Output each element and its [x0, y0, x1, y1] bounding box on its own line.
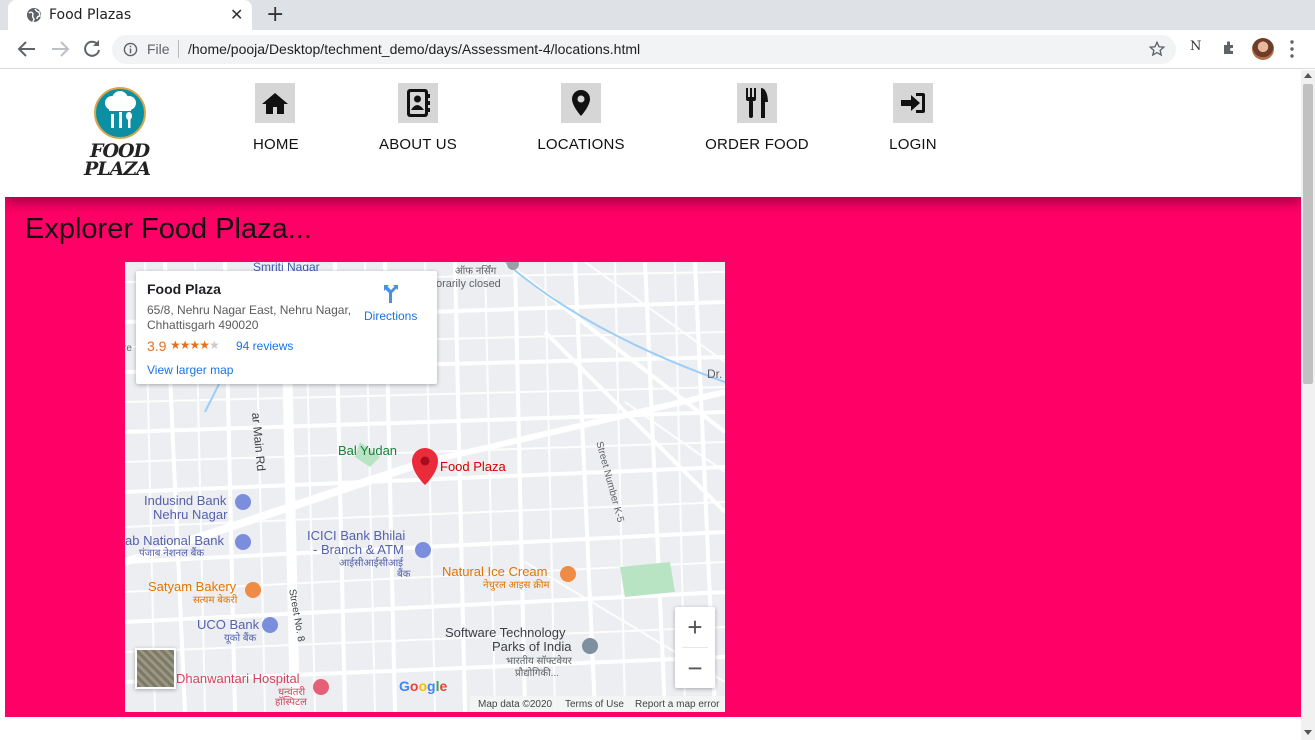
filled-stars: ★★★★ [170, 338, 210, 352]
map-label-uco-1: UCO Bank [197, 617, 260, 632]
main-section: Explorer Food Plaza... Smriti Nagar ऑफ न… [5, 197, 1301, 717]
close-tab-icon[interactable]: ✕ [230, 5, 243, 24]
page-viewport: FOOD PLAZA HOME ABOUT US LOCATIONS ORDER… [5, 70, 1301, 740]
nav-locations[interactable]: LOCATIONS [535, 83, 627, 153]
zoom-out-button[interactable]: − [675, 648, 715, 688]
address-bar[interactable]: File /home/pooja/Desktop/techment_demo/d… [112, 35, 1176, 64]
rating-stars-icon: ★★★★★ [170, 338, 220, 352]
forward-arrow-icon[interactable] [48, 37, 72, 61]
nav-order-food[interactable]: ORDER FOOD [705, 83, 809, 153]
map-label-dhan-1: Dhanwantari Hospital [176, 671, 300, 686]
page-scrollbar[interactable] [1301, 70, 1315, 740]
utensils-icon [737, 83, 777, 123]
scroll-up-arrow-icon[interactable] [1304, 73, 1312, 78]
map-label-stp-2: Parks of India [492, 639, 572, 654]
logo-text-line2: PLAZA [84, 158, 151, 180]
extension-n-icon[interactable]: N [1190, 39, 1201, 54]
map-label-edge: re [125, 343, 132, 354]
map-label-uco-2: यूको बैंक [224, 633, 257, 644]
directions-link[interactable]: Directions [364, 309, 417, 323]
profile-avatar[interactable] [1252, 38, 1274, 60]
globe-icon [27, 8, 41, 23]
map-data-text: Map data ©2020 [478, 699, 553, 710]
map-label-icici-2: - Branch & ATM [313, 542, 404, 557]
nav-about-us-label: ABOUT US [378, 136, 457, 153]
browser-toolbar: File /home/pooja/Desktop/techment_demo/d… [0, 30, 1315, 69]
map-label-stp-1: Software Technology [445, 625, 566, 640]
home-icon [255, 83, 295, 123]
map-label-natural-2: नेचुरल आइस क्रीम [483, 580, 550, 591]
map-label-icici-3: आईसीआईसीआई [339, 558, 404, 569]
map-label-icici-1: ICICI Bank Bhilai [307, 528, 406, 543]
map-label-bal-yudan: Bal Yudan [338, 443, 398, 458]
nav-order-food-label: ORDER FOOD [705, 136, 809, 153]
puzzle-extensions-icon[interactable] [1221, 39, 1239, 57]
terms-of-use-link[interactable]: Terms of Use [565, 699, 624, 710]
place-rating: 3.9 [147, 338, 167, 354]
empty-star: ★ [209, 338, 220, 352]
scrollbar-thumb[interactable] [1303, 84, 1313, 384]
site-header: FOOD PLAZA HOME ABOUT US LOCATIONS ORDER… [5, 70, 1301, 197]
tab-title: Food Plazas [49, 7, 132, 23]
nav-home[interactable]: HOME [253, 83, 299, 153]
back-arrow-icon[interactable] [15, 37, 39, 61]
map-pin-label[interactable]: Food Plaza [440, 460, 506, 474]
divider [178, 40, 179, 58]
map-label-indusind-1: Indusind Bank [144, 493, 227, 508]
nav-locations-label: LOCATIONS [537, 136, 625, 153]
map-label-satyam-2: सत्यम बेकरी [193, 595, 238, 606]
reviews-link[interactable]: 94 reviews [236, 339, 293, 353]
url-text[interactable]: /home/pooja/Desktop/techment_demo/days/A… [188, 41, 640, 57]
map-label-indusind-2: Nehru Nagar [153, 507, 228, 522]
nav-home-label: HOME [253, 136, 299, 153]
info-icon[interactable] [123, 42, 138, 57]
reload-icon[interactable] [80, 37, 104, 61]
bookmark-star-icon[interactable] [1148, 40, 1166, 58]
map-label-dhan-3: हॉस्पिटल [275, 697, 307, 708]
map-pin-icon [561, 83, 601, 123]
more-menu-icon[interactable] [1290, 40, 1294, 58]
file-label: File [147, 41, 170, 57]
map-label-satyam-1: Satyam Bakery [148, 579, 237, 594]
scroll-down-arrow-icon[interactable] [1304, 730, 1312, 735]
satellite-toggle-button[interactable] [135, 648, 176, 689]
map-label-icici-4: बैंक [397, 569, 411, 580]
food-plaza-logo[interactable]: FOOD PLAZA [82, 84, 162, 184]
sign-in-icon [893, 83, 933, 123]
new-tab-button[interactable]: + [266, 2, 284, 27]
browser-tabstrip: Food Plazas ✕ + [0, 0, 1315, 30]
map-label-stp-4: प्रौद्योगिकी... [515, 668, 559, 679]
map-label-pnb-1: ab National Bank [125, 533, 225, 548]
map-attribution: Map data ©2020 Terms of Use Report a map… [470, 696, 725, 712]
contacts-book-icon [398, 83, 438, 123]
place-name: Food Plaza [147, 281, 221, 297]
nav-login[interactable]: LOGIN [889, 83, 937, 153]
zoom-in-button[interactable]: + [675, 607, 715, 647]
map-label-dr: Dr. [707, 367, 723, 381]
map-label-natural-1: Natural Ice Cream [442, 564, 548, 579]
map-label-pnb-2: पंजाब नेशनल बैंक [139, 548, 205, 559]
google-logo: Google [399, 678, 448, 694]
place-address: 65/8, Nehru Nagar East, Nehru Nagar, Chh… [147, 303, 352, 332]
place-info-card: Food Plaza 65/8, Nehru Nagar East, Nehru… [136, 271, 437, 384]
map-label-temp-closed: orarily closed [436, 278, 501, 290]
nav-about-us[interactable]: ABOUT US [375, 83, 461, 153]
map-zoom-control: + − [675, 607, 715, 688]
google-map-embed[interactable]: Smriti Nagar ऑफ नर्सिंग orarily closed r… [125, 262, 725, 712]
directions-icon[interactable] [380, 283, 402, 305]
report-map-error-link[interactable]: Report a map error [635, 699, 719, 710]
nav-login-label: LOGIN [889, 136, 937, 153]
browser-tab[interactable]: Food Plazas ✕ [8, 0, 252, 30]
view-larger-map-link[interactable]: View larger map [147, 363, 233, 377]
page-title: Explorer Food Plaza... [25, 213, 312, 245]
